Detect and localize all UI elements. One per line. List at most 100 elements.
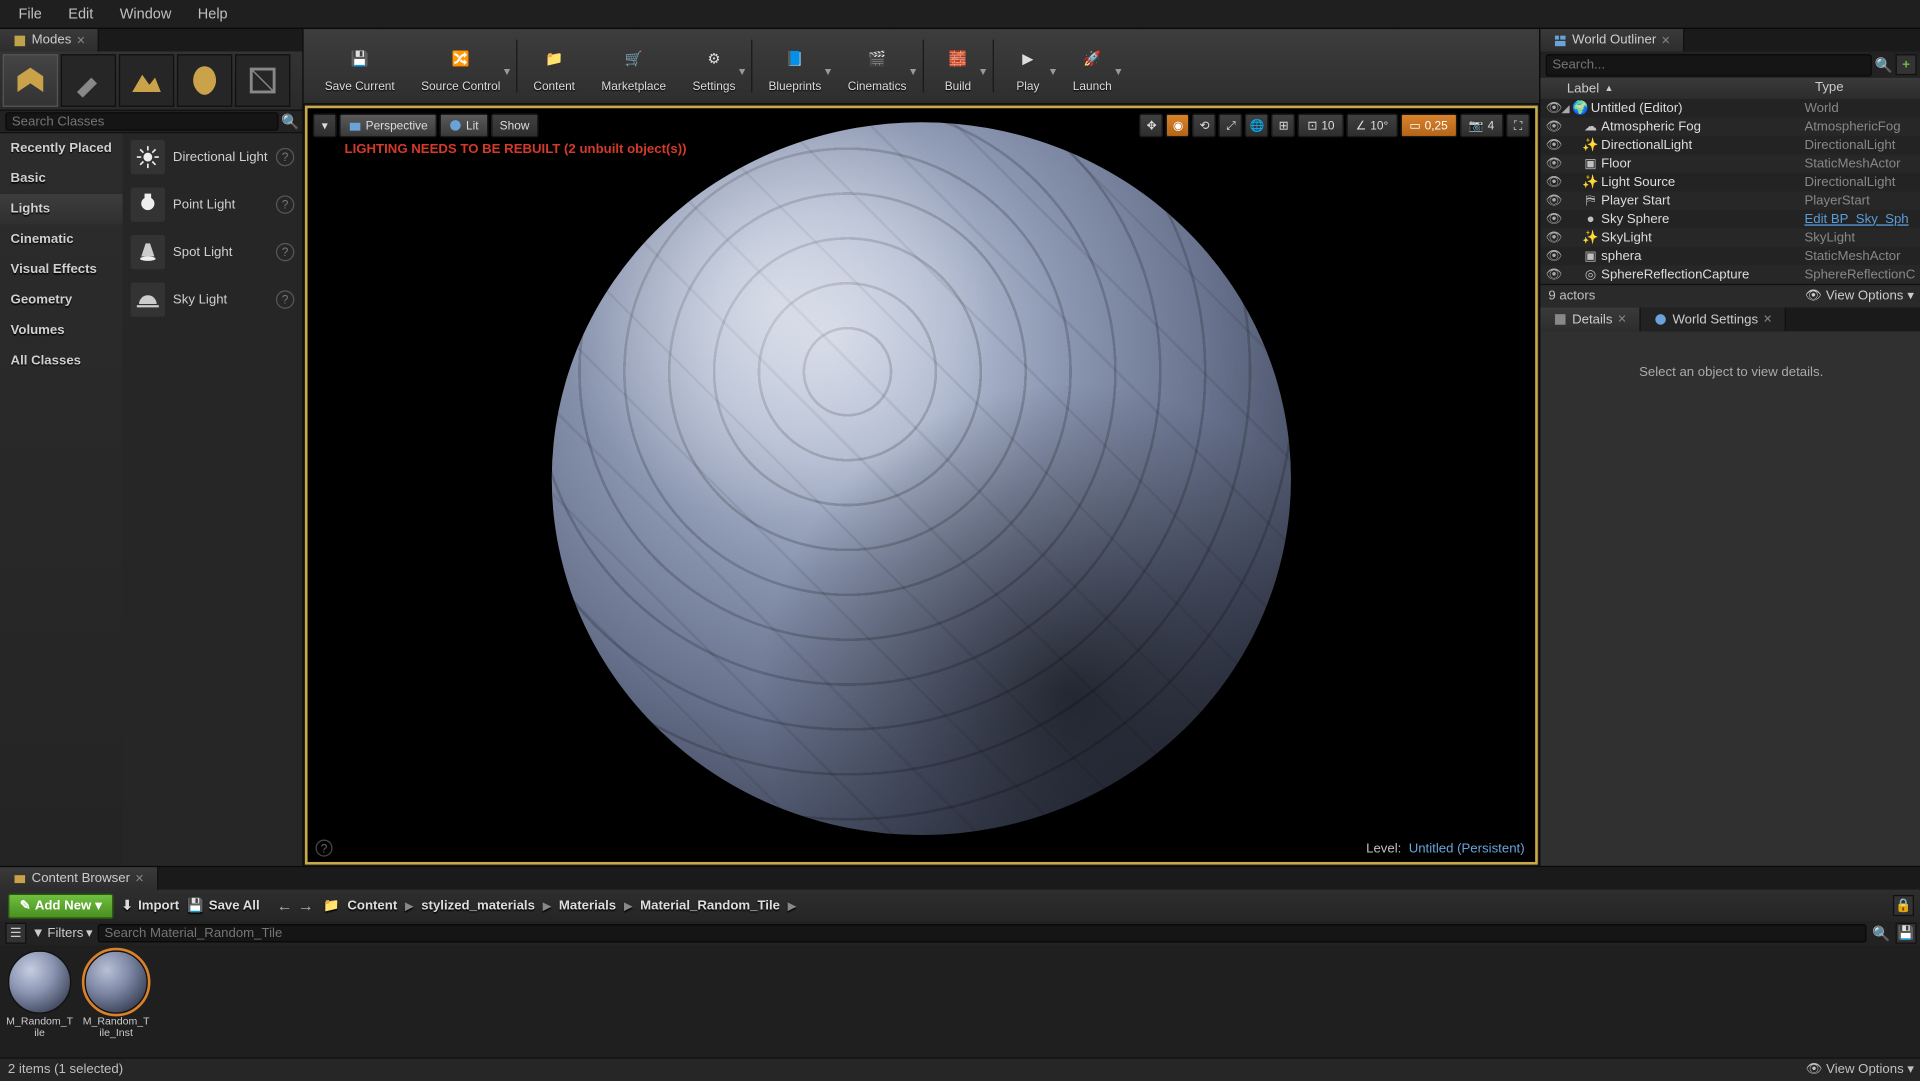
close-icon[interactable]: ×: [77, 32, 85, 48]
toolbar-build[interactable]: 🧱Build▼: [926, 32, 989, 101]
asset-m_random_tile_inst[interactable]: M_Random_Tile_Inst: [82, 950, 151, 1039]
place-item-point-light[interactable]: Point Light?: [123, 181, 303, 229]
menu-edit[interactable]: Edit: [55, 1, 106, 27]
outliner-row[interactable]: 👁◢🌍Untitled (Editor)World: [1540, 99, 1920, 117]
search-classes-input[interactable]: [5, 112, 278, 130]
camera-speed[interactable]: 📷 4: [1460, 114, 1504, 138]
category-cinematic[interactable]: Cinematic: [0, 224, 123, 254]
sources-toggle[interactable]: ☰: [5, 923, 26, 944]
viewport-lit-button[interactable]: Lit: [440, 114, 488, 138]
transform-select[interactable]: ✥: [1140, 114, 1164, 138]
outliner-row[interactable]: 👁✨DirectionalLightDirectionalLight: [1540, 136, 1920, 154]
close-icon[interactable]: ×: [135, 871, 143, 887]
toolbar-launch[interactable]: 🚀Launch▼: [1060, 32, 1125, 101]
tab-content-browser[interactable]: Content Browser×: [0, 867, 158, 889]
place-item-spot-light[interactable]: Spot Light?: [123, 228, 303, 276]
category-basic[interactable]: Basic: [0, 164, 123, 194]
outliner-row[interactable]: 👁⛿Player StartPlayerStart: [1540, 191, 1920, 209]
coord-space[interactable]: 🌐: [1245, 114, 1269, 138]
toolbar-save-current[interactable]: 💾Save Current: [312, 32, 408, 101]
menu-file[interactable]: File: [5, 1, 55, 27]
cb-view-options[interactable]: 👁 View Options ▾: [1806, 1063, 1914, 1078]
tab-world-settings[interactable]: World Settings×: [1641, 308, 1787, 332]
nav-back[interactable]: ←: [275, 896, 293, 914]
place-item-sky-light[interactable]: Sky Light?: [123, 276, 303, 324]
cb-lock[interactable]: 🔒: [1893, 895, 1914, 916]
outliner-row[interactable]: 👁▣FloorStaticMeshActor: [1540, 154, 1920, 172]
category-volumes[interactable]: Volumes: [0, 315, 123, 345]
grid-snap[interactable]: ⊡ 10: [1298, 114, 1344, 138]
outliner-row[interactable]: 👁✨SkyLightSkyLight: [1540, 228, 1920, 246]
angle-snap[interactable]: ∠ 10°: [1346, 114, 1397, 138]
nav-forward[interactable]: →: [297, 896, 315, 914]
mode-geometry[interactable]: [235, 54, 290, 107]
outliner-row[interactable]: 👁●Sky SphereEdit BP_Sky_Sph: [1540, 210, 1920, 228]
save-all-button[interactable]: 💾 Save All: [187, 898, 260, 913]
outliner-row[interactable]: 👁☁Atmospheric FogAtmosphericFog: [1540, 117, 1920, 135]
crumb-materials[interactable]: Materials: [559, 898, 616, 913]
crumb-content[interactable]: Content: [347, 898, 397, 913]
visibility-icon[interactable]: 👁: [1546, 230, 1562, 245]
crumb-stylized_materials[interactable]: stylized_materials: [421, 898, 535, 913]
visibility-icon[interactable]: 👁: [1546, 175, 1562, 190]
category-visual-effects[interactable]: Visual Effects: [0, 255, 123, 285]
viewport-help[interactable]: ?: [315, 840, 332, 857]
help-icon[interactable]: ?: [276, 243, 294, 261]
category-lights[interactable]: Lights: [0, 194, 123, 224]
toolbar-source-control[interactable]: 🔀Source Control▼: [408, 32, 514, 101]
outliner-row[interactable]: 👁▣spheraStaticMeshActor: [1540, 247, 1920, 265]
toolbar-cinematics[interactable]: 🎬Cinematics▼: [834, 32, 919, 101]
scale-snap[interactable]: ▭ 0,25: [1400, 114, 1457, 138]
visibility-icon[interactable]: 👁: [1546, 138, 1562, 153]
asset-m_random_tile[interactable]: M_Random_Tile: [5, 950, 74, 1039]
toolbar-marketplace[interactable]: 🛒Marketplace: [588, 32, 679, 101]
mode-foliage[interactable]: [177, 54, 232, 107]
toolbar-play[interactable]: ▶Play▼: [996, 32, 1059, 101]
tab-details[interactable]: Details×: [1540, 308, 1640, 332]
mode-paint[interactable]: [61, 54, 116, 107]
help-icon[interactable]: ?: [276, 290, 294, 308]
menu-help[interactable]: Help: [185, 1, 241, 27]
category-recently-placed[interactable]: Recently Placed: [0, 133, 123, 163]
import-button[interactable]: ⬇ Import: [122, 898, 179, 913]
transform-rotate[interactable]: ⟲: [1193, 114, 1217, 138]
transform-translate[interactable]: ◉: [1166, 114, 1190, 138]
outliner-view-options[interactable]: 👁 View Options ▾: [1805, 289, 1914, 304]
toolbar-blueprints[interactable]: 📘Blueprints▼: [755, 32, 834, 101]
content-search-input[interactable]: [98, 924, 1867, 942]
visibility-icon[interactable]: 👁: [1546, 101, 1562, 116]
visibility-icon[interactable]: 👁: [1546, 267, 1562, 282]
category-all-classes[interactable]: All Classes: [0, 346, 123, 376]
viewport[interactable]: ▾ Perspective Lit Show ✥ ◉ ⟲ ⤢ 🌐 ⊞ ⊡ 10 …: [305, 106, 1538, 865]
mode-landscape[interactable]: [119, 54, 174, 107]
toolbar-content[interactable]: 📁Content: [520, 32, 588, 101]
crumb-material_random_tile[interactable]: Material_Random_Tile: [640, 898, 780, 913]
tab-world-outliner[interactable]: World Outliner×: [1540, 29, 1684, 51]
filters-button[interactable]: ▼ Filters ▾: [32, 926, 93, 941]
add-new-button[interactable]: ✎ Add New ▾: [8, 893, 114, 918]
outliner-add-button[interactable]: +: [1896, 54, 1917, 75]
outliner-row[interactable]: 👁✨Light SourceDirectionalLight: [1540, 173, 1920, 191]
mode-place[interactable]: [3, 54, 58, 107]
toolbar-settings[interactable]: ⚙Settings▼: [679, 32, 748, 101]
transform-scale[interactable]: ⤢: [1219, 114, 1243, 138]
outliner-row[interactable]: 👁◎SphereReflectionCaptureSphereReflectio…: [1540, 265, 1920, 283]
viewport-show-button[interactable]: Show: [490, 114, 538, 138]
outliner-search-input[interactable]: [1546, 53, 1872, 75]
cb-save-search[interactable]: 💾: [1896, 923, 1917, 944]
menu-window[interactable]: Window: [107, 1, 185, 27]
help-icon[interactable]: ?: [276, 195, 294, 213]
visibility-icon[interactable]: 👁: [1546, 193, 1562, 208]
visibility-icon[interactable]: 👁: [1546, 249, 1562, 264]
visibility-icon[interactable]: 👁: [1546, 119, 1562, 134]
close-icon[interactable]: ×: [1662, 32, 1670, 48]
help-icon[interactable]: ?: [276, 148, 294, 166]
tab-modes[interactable]: Modes×: [0, 29, 100, 51]
place-item-directional-light[interactable]: Directional Light?: [123, 133, 303, 181]
surface-snap[interactable]: ⊞: [1272, 114, 1296, 138]
category-geometry[interactable]: Geometry: [0, 285, 123, 315]
viewport-maximize[interactable]: ⛶: [1506, 114, 1530, 138]
visibility-icon[interactable]: 👁: [1546, 156, 1562, 171]
viewport-options-button[interactable]: ▾: [313, 114, 337, 138]
viewport-perspective-button[interactable]: Perspective: [339, 114, 437, 138]
